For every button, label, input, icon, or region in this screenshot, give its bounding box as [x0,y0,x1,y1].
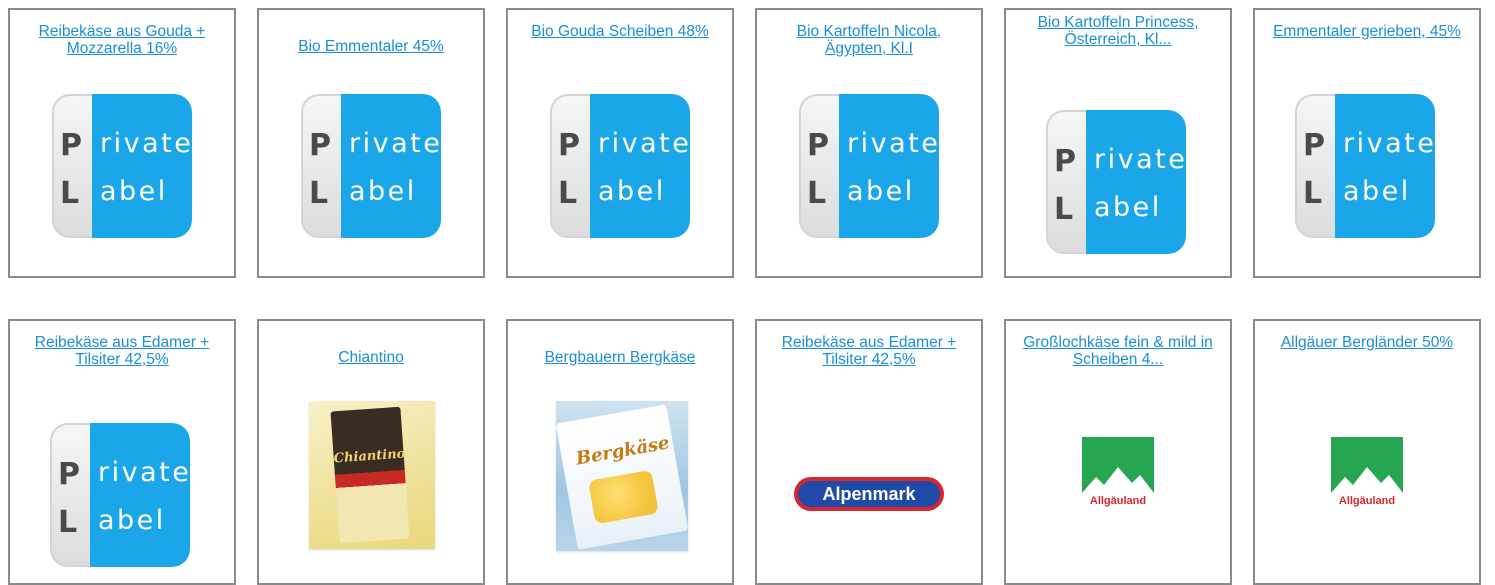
logo-letter: P [807,128,832,163]
product-card: Großlochkäse fein & mild in Scheiben 4..… [1004,319,1232,585]
private-label-blue-panel [90,423,190,567]
product-title-link[interactable]: Bio Emmentaler 45% [269,38,473,55]
product-title-link[interactable]: Großlochkäse fein & mild in Scheiben 4..… [1016,334,1220,368]
allgauland-logo[interactable]: Allgäuland [1078,437,1158,517]
private-label-blue-panel [1335,94,1435,238]
private-label-logo[interactable]: Private Label [301,94,441,238]
product-image-bergkase[interactable]: Bergkäse [556,401,688,551]
allgauland-logo[interactable]: Allgäuland [1327,437,1407,517]
private-label-logo[interactable]: Private Label [1046,110,1186,254]
private-label-blue-panel [590,94,690,238]
logo-word: abel [100,176,168,207]
package-label: Bergkäse [574,432,672,470]
logo-letter: L [60,176,82,211]
logo-word: rivate [1343,128,1435,159]
logo-word: abel [1094,192,1162,223]
product-card: Reibekäse aus Edamer + Tilsiter 42,5% Pr… [8,319,236,585]
product-card: Bio Kartoffeln Nicola, Ägypten, Kl.I Pri… [755,8,983,278]
product-card: Allgäuer Bergländer 50% Allgäuland [1253,319,1481,585]
private-label-logo[interactable]: Private Label [799,94,939,238]
product-image-chiantino[interactable]: Chiantino [309,401,435,549]
private-label-blue-panel [341,94,441,238]
product-card: Reibekäse aus Edamer + Tilsiter 42,5% Al… [755,319,983,585]
private-label-logo[interactable]: Private Label [52,94,192,238]
product-title-link[interactable]: Reibekäse aus Edamer + Tilsiter 42,5% [767,334,971,368]
logo-letter: P [60,128,85,163]
logo-word: rivate [98,457,190,488]
private-label-logo[interactable]: Private Label [550,94,690,238]
logo-letter: P [1054,144,1079,179]
logo-word: abel [598,176,666,207]
product-title-link[interactable]: Emmentaler gerieben, 45% [1265,23,1469,40]
logo-word: abel [1343,176,1411,207]
product-title-link[interactable]: Reibekäse aus Edamer + Tilsiter 42,5% [20,334,224,368]
logo-word: rivate [100,128,192,159]
logo-letter: L [807,176,829,211]
logo-letter: L [1303,176,1325,211]
product-title-link[interactable]: Bio Gouda Scheiben 48% [518,23,722,40]
logo-letter: P [309,128,334,163]
product-card: Bio Emmentaler 45% Private Label [257,8,485,278]
product-card: Bio Gouda Scheiben 48% Private Label [506,8,734,278]
alpenmark-logo-text: Alpenmark [798,481,940,507]
product-title-link[interactable]: Chiantino [269,349,473,366]
alpenmark-logo[interactable]: Alpenmark [794,477,944,511]
product-card: Reibekäse aus Gouda + Mozzarella 16% Pri… [8,8,236,278]
product-title-link[interactable]: Allgäuer Bergländer 50% [1265,334,1469,351]
product-card: Bergbauern Bergkäse Bergkäse [506,319,734,585]
logo-letter: P [558,128,583,163]
product-title-link[interactable]: Bio Kartoffeln Princess, Österreich, Kl.… [1016,14,1220,48]
logo-word: abel [847,176,915,207]
chiantino-pack: Chiantino [330,406,410,544]
product-title-link[interactable]: Bergbauern Bergkäse [518,349,722,366]
private-label-logo[interactable]: Private Label [50,423,190,567]
product-card: Chiantino Chiantino [257,319,485,585]
logo-letter: L [58,505,80,540]
bergkase-pack: Bergkäse [556,404,688,550]
logo-word: rivate [598,128,690,159]
logo-letter: L [558,176,580,211]
mountain-icon [1331,467,1403,493]
logo-word: rivate [1094,144,1186,175]
mountain-icon [1082,467,1154,493]
product-title-link[interactable]: Reibekäse aus Gouda + Mozzarella 16% [20,23,224,57]
logo-letter: P [58,457,83,492]
private-label-blue-panel [839,94,939,238]
private-label-blue-panel [92,94,192,238]
product-card: Emmentaler gerieben, 45% Private Label [1253,8,1481,278]
product-title-link[interactable]: Bio Kartoffeln Nicola, Ägypten, Kl.I [767,23,971,57]
logo-word: abel [98,505,166,536]
private-label-logo[interactable]: Private Label [1295,94,1435,238]
logo-letter: L [309,176,331,211]
allgauland-logo-text: Allgäuland [1089,495,1147,507]
product-grid: Reibekäse aus Gouda + Mozzarella 16% Pri… [0,0,1495,585]
package-label: Chiantino [333,446,406,467]
product-card: Bio Kartoffeln Princess, Österreich, Kl.… [1004,8,1232,278]
logo-letter: L [1054,192,1076,227]
logo-letter: P [1303,128,1328,163]
logo-word: rivate [847,128,939,159]
logo-word: abel [349,176,417,207]
allgauland-logo-text: Allgäuland [1338,495,1396,507]
logo-word: rivate [349,128,441,159]
cheese-wedge [588,469,659,525]
private-label-blue-panel [1086,110,1186,254]
